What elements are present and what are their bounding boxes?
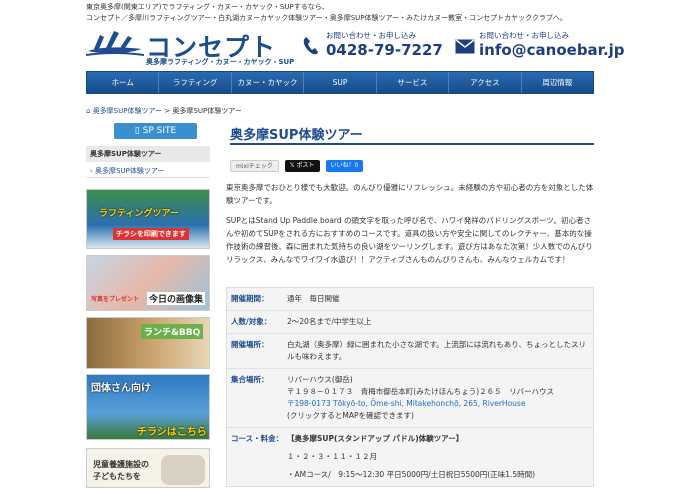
- header-intro: 東京奥多摩(関東エリア)でラフティング・カヌー・カヤック・SUPするなら、 コン…: [86, 2, 606, 24]
- gallery-banner[interactable]: 写真をプレゼント 今日の画像集: [86, 255, 210, 311]
- meeting-map-link[interactable]: 〒198-0173 Tōkyō-to, Ōme-shi, Mitakehonch…: [287, 398, 593, 410]
- place-value: 白丸湖（奥多摩）緑に囲まれた小さな湖です。上流部には流れもあり、ちょっとしたスリ…: [287, 340, 586, 361]
- info-table: 開催期間： 通年 毎日開催 人数/対象： 2〜20名まで/中学生以上 開催場所：…: [226, 287, 594, 487]
- meeting-details: リバーハウス(御岳) 〒１９８−０１７３ 青梅市御岳本町(みたけほんちょう)２６…: [287, 374, 593, 422]
- meeting-map-note: (クリックするとMAPを確認できます): [287, 411, 414, 420]
- main-nav: ホーム ラフティング カヌー・カヤック SUP サービス アクセス 周辺情報: [86, 71, 594, 94]
- course-am: ・AMコース/ 9:15〜12:30 平日5000円/土日祝日5500円(正味1…: [287, 470, 536, 479]
- mail-contact[interactable]: お問い合わせ・お申し込み info@canoebar.jp: [455, 30, 625, 62]
- mail-icon: [455, 39, 475, 54]
- lunch-banner-title: ランチ&BBQ: [141, 324, 204, 339]
- gallery-banner-sub: 写真をプレゼント: [91, 296, 140, 303]
- meeting-address: 〒１９８−０１７３ 青梅市御岳本町(みたけほんちょう)２６５ リバーハウス: [287, 387, 554, 396]
- meeting-name: リバーハウス(御岳): [287, 375, 353, 384]
- info-row-period: 開催期間： 通年 毎日開催: [227, 288, 593, 311]
- info-row-people: 人数/対象： 2〜20名まで/中学生以上: [227, 311, 593, 334]
- phone-label: お問い合わせ・お申し込み: [326, 31, 416, 40]
- place-label: 開催場所：: [231, 340, 269, 349]
- course-label: コース・料金：: [231, 434, 284, 443]
- intro-paragraph-1: 東京奥多摩でおひとり様でも大歓迎。のんびり優雅にリフレッシュ。未経験の方や初心者…: [226, 183, 594, 205]
- intro-paragraph-2: SUPとはStand Up Paddle board の頭文字を取った呼び名で、…: [226, 216, 593, 264]
- mail-address[interactable]: info@canoebar.jp: [479, 41, 625, 59]
- cat-illustration: [161, 455, 205, 485]
- phone-number[interactable]: 0428-79-7227: [326, 41, 443, 59]
- nav-nearby[interactable]: 周辺情報: [521, 72, 593, 93]
- sp-site-button[interactable]: ▯ SP SITE: [114, 123, 197, 139]
- mixi-check-button[interactable]: mixiチェック: [230, 160, 279, 172]
- breadcrumb-home[interactable]: 奥多摩SUP体験ツアー: [93, 107, 162, 115]
- group-banner-title: 団体さん向け: [91, 383, 151, 394]
- meeting-label: 集合場所：: [231, 375, 269, 384]
- sidebar-item-sup[interactable]: › 奥多摩SUP体験ツアー: [86, 164, 210, 178]
- course-details: 【奥多摩SUP(スタンドアップ パドル)体験ツアー】 １・２・３・１１・１２月 …: [287, 433, 593, 481]
- breadcrumb-separator: >: [164, 107, 171, 115]
- header-intro-line1: 東京奥多摩(関東エリア)でラフティング・カヌー・カヤック・SUPするなら、: [86, 3, 329, 11]
- nav-service[interactable]: サービス: [376, 72, 450, 93]
- header-intro-line2: コンセプト／多摩川ラフティングツアー・白丸湖カヌーカヤック体験ツアー・奥多摩SU…: [86, 14, 567, 22]
- info-row-meeting: 集合場所： リバーハウス(御岳) 〒１９８−０１７３ 青梅市御岳本町(みたけほん…: [227, 369, 593, 428]
- group-banner[interactable]: 団体さん向け チラシはこちら: [86, 374, 210, 440]
- course-months: １・２・３・１１・１２月: [287, 452, 377, 461]
- like-button[interactable]: いいね！0: [325, 160, 364, 172]
- arrow-icon: ›: [90, 167, 93, 175]
- home-icon: ⌂: [86, 107, 91, 115]
- rafting-banner-title: ラフティングツアー: [99, 209, 179, 219]
- breadcrumb-current: 奥多摩SUP体験ツアー: [172, 107, 242, 115]
- logo-subtitle: 奥多摩ラフティング・カヌー・カヤック・SUP: [146, 58, 295, 66]
- children-banner-line1: 児童養護施設の: [93, 460, 149, 469]
- rafting-banner[interactable]: ラフティングツアー チラシを印刷できます: [86, 189, 210, 249]
- children-banner[interactable]: 児童養護施設の 子どもたちを: [86, 448, 210, 488]
- page-title: 奥多摩SUP体験ツアー: [230, 128, 363, 143]
- sidebar-item-label: 奥多摩SUP体験ツアー: [95, 167, 165, 175]
- mail-label: お問い合わせ・お申し込み: [479, 31, 569, 40]
- phone-contact[interactable]: お問い合わせ・お申し込み 0428-79-7227: [302, 30, 443, 62]
- title-divider: [230, 143, 594, 145]
- sidebar-section-title: 奥多摩SUP体験ツアー: [86, 146, 210, 162]
- nav-access[interactable]: アクセス: [449, 72, 522, 93]
- nav-canoe-kayak[interactable]: カヌー・カヤック: [231, 72, 305, 93]
- group-banner-sub: チラシはこちら: [137, 427, 207, 438]
- intro-text: 東京奥多摩でおひとり様でも大歓迎。のんびり優雅にリフレッシュ。未経験の方や初心者…: [226, 181, 596, 273]
- post-button[interactable]: 𝕏 ポスト: [284, 160, 320, 172]
- gallery-banner-title: 今日の画像集: [147, 292, 206, 305]
- sp-site-label: SP SITE: [142, 126, 177, 136]
- nav-home[interactable]: ホーム: [87, 72, 160, 93]
- phone-icon: [303, 37, 318, 55]
- people-label: 人数/対象：: [231, 317, 272, 326]
- smartphone-icon: ▯: [134, 126, 140, 136]
- rafting-banner-sub: チラシを印刷できます: [113, 228, 189, 240]
- social-buttons: mixiチェック 𝕏 ポスト いいね！0: [230, 160, 364, 172]
- breadcrumb: ⌂ 奥多摩SUP体験ツアー > 奥多摩SUP体験ツアー: [86, 106, 242, 116]
- period-label: 開催期間：: [231, 294, 269, 303]
- info-row-course: コース・料金： 【奥多摩SUP(スタンドアップ パドル)体験ツアー】 １・２・３…: [227, 428, 593, 486]
- course-title: 【奥多摩SUP(スタンドアップ パドル)体験ツアー】: [287, 434, 464, 443]
- nav-sup[interactable]: SUP: [304, 72, 377, 93]
- nav-rafting[interactable]: ラフティング: [159, 72, 232, 93]
- post-label: ポスト: [296, 162, 315, 169]
- kayak-logo-icon: [86, 31, 144, 56]
- info-row-place: 開催場所： 白丸湖（奥多摩）緑に囲まれた小さな湖です。上流部には流れもあり、ちょ…: [227, 334, 593, 369]
- children-banner-line2: 子どもたちを: [93, 472, 141, 481]
- lunch-banner[interactable]: ランチ&BBQ: [86, 317, 210, 369]
- people-value: 2〜20名まで/中学生以上: [287, 317, 372, 326]
- period-value: 通年 毎日開催: [287, 294, 340, 303]
- site-logo[interactable]: コンセプト 奥多摩ラフティング・カヌー・カヤック・SUP: [86, 25, 294, 67]
